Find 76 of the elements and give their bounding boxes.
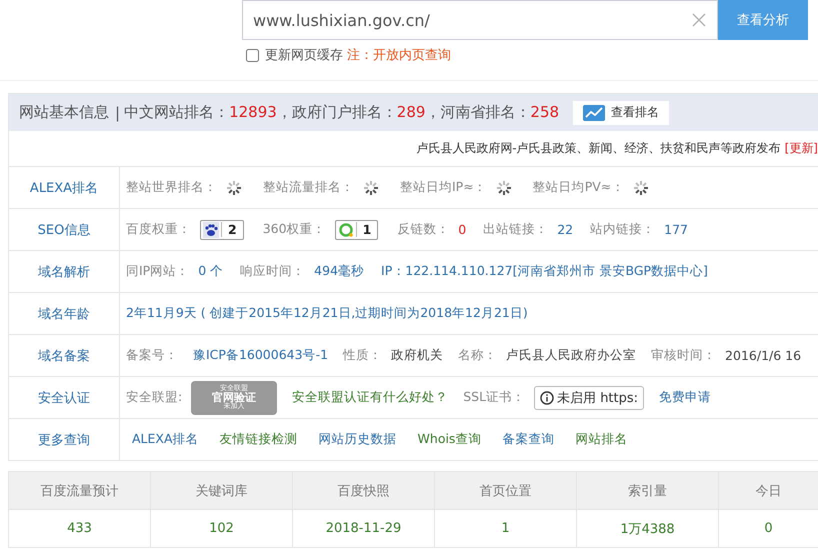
link[interactable]: 免费申请: [659, 389, 712, 406]
row-label: 安全认证: [9, 377, 120, 418]
field-label: 安全联盟:: [126, 389, 182, 406]
column-header: 百度快照: [293, 472, 435, 509]
ssl-status-box: 未启用 https:: [534, 386, 644, 410]
row-label: ALEXA排名: [9, 167, 120, 208]
table-cell: 2018-11-29: [293, 509, 435, 547]
loading-spinner-icon: [496, 180, 512, 196]
field-label: 性质：: [343, 347, 382, 364]
field-label: 备案号：: [126, 347, 178, 364]
weight-badge: 1: [334, 220, 378, 240]
column-header: 索引量: [577, 472, 719, 509]
loading-spinner-icon: [363, 180, 379, 196]
field-label: 整站流量排名：: [263, 179, 354, 196]
field-value: 22: [557, 222, 574, 237]
column-header: 关键词库: [151, 472, 293, 509]
field-value: 2016/1/6 16: [725, 348, 802, 363]
link[interactable]: 安全联盟认证有什么好处？: [292, 389, 448, 406]
field-label: 百度权重：: [126, 221, 191, 238]
search-field[interactable]: www.lushixian.gov.cn/: [242, 0, 718, 40]
field-label: SSL证书：: [463, 389, 526, 406]
link[interactable]: 友情链接检测: [220, 431, 298, 448]
weight-badge: 2: [200, 220, 244, 240]
field-value: 政府机关: [391, 347, 444, 364]
field-value: 0 个: [198, 263, 224, 280]
field-value: 494毫秒: [314, 263, 364, 280]
row-label: SEO信息: [9, 209, 120, 250]
table-cell: 1万4388: [577, 509, 719, 547]
view-rank-button[interactable]: 查看排名: [573, 100, 670, 124]
field-value: 2年11月9天 ( 创建于2015年12月21日,过期时间为2018年12月21日): [126, 305, 528, 322]
table-cell: 102: [151, 509, 293, 547]
field-label: 审核时间：: [651, 347, 716, 364]
note-link[interactable]: 注：开放内页查询: [347, 46, 451, 64]
field-label: 出站链接：: [483, 221, 548, 238]
field-value: 卢氏县人民政府办公室: [506, 347, 636, 364]
loading-spinner-icon: [633, 180, 650, 196]
row-label: 域名解析: [9, 251, 120, 292]
field-value: 177: [664, 222, 688, 237]
column-header: 今日: [719, 472, 818, 509]
field-label: 反链数：: [397, 221, 450, 238]
info-icon: [540, 390, 554, 404]
field-label: 同IP网站：: [126, 263, 190, 280]
link[interactable]: 豫ICP备16000643号-1: [193, 347, 328, 364]
field-value: IP：122.114.110.127[河南省郑州市 景安BGP数据中心]: [381, 263, 708, 280]
link[interactable]: Whois查询: [418, 431, 482, 448]
field-label: 360权重：: [262, 221, 326, 238]
link[interactable]: 备案查询: [502, 431, 554, 448]
table-cell: 433: [9, 509, 151, 547]
column-header: 百度流量预计: [9, 472, 151, 509]
link[interactable]: 网站历史数据: [318, 431, 397, 448]
field-label: 整站世界排名：: [126, 179, 217, 196]
trend-chart-icon: [583, 104, 606, 120]
field-label: 名称：: [458, 347, 498, 364]
row-label: 域名备案: [9, 335, 120, 376]
column-header: 首页位置: [435, 472, 577, 509]
field-value: 0: [458, 222, 466, 237]
paw-icon: [201, 222, 221, 238]
field-label: 整站日均PV≈：: [532, 179, 624, 196]
link[interactable]: ALEXA排名: [132, 431, 199, 448]
analyze-button[interactable]: 查看分析: [718, 0, 808, 40]
row-label: 更多查询: [9, 419, 120, 460]
table-cell: 0: [719, 509, 818, 547]
rank-summary: 中文网站排名：12893，政府门户排名：289，河南省排名：258: [124, 103, 560, 122]
loading-spinner-icon: [226, 180, 242, 196]
panel-title: 网站基本信息: [19, 103, 109, 122]
row-label: 域名年龄: [9, 293, 120, 334]
site-description: 卢氏县人民政府网-卢氏县政策、新闻、经济、扶贫和民声等政府发布: [416, 140, 781, 157]
refresh-checkbox[interactable]: [246, 48, 259, 62]
update-link[interactable]: [更新]: [784, 140, 818, 157]
field-label: 整站日均IP≈：: [400, 179, 487, 196]
field-label: 站内链接：: [590, 221, 656, 238]
separator-text: |: [115, 104, 120, 122]
table-cell: 1: [435, 509, 577, 547]
field-label: 响应时间：: [240, 263, 306, 280]
checkbox-label: 更新网页缓存: [265, 47, 343, 64]
link[interactable]: 网站排名: [575, 431, 628, 448]
